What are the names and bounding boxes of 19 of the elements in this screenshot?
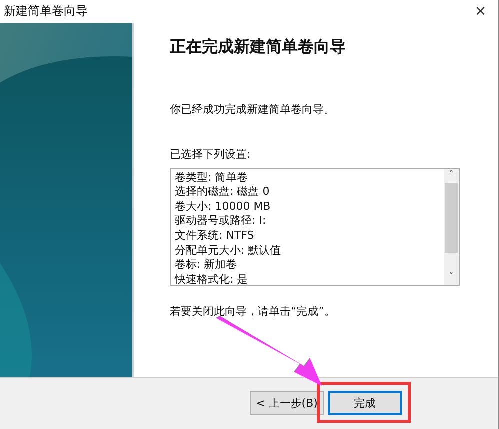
window-title: 新建简单卷向导 [4, 2, 88, 20]
back-button[interactable]: < 上一步(B) [250, 391, 324, 416]
scroll-down-button[interactable]: ˅ [449, 270, 454, 285]
setting-row-text: 选择的磁盘: 磁盘 0 [175, 185, 271, 200]
scrollbar[interactable]: ˄ ˅ [444, 168, 459, 285]
setting-row-text: 驱动器号或路径: I: [175, 214, 268, 230]
scroll-up-button[interactable]: ˄ [449, 168, 454, 183]
settings-label: 已选择下列设置: [170, 146, 252, 162]
wizard-heading: 正在完成新建简单卷向导 [170, 36, 347, 58]
setting-row-text: 卷大小: 10000 MB [175, 200, 272, 214]
finish-button[interactable]: 完成 [328, 391, 402, 416]
setting-row-text: 卷标: 新加卷 [175, 258, 238, 273]
setting-row-text: 卷类型: 简单卷 [175, 170, 250, 186]
close-button[interactable]: × [471, 2, 490, 20]
close-hint: 若要关闭此向导，请单击“完成”。 [170, 304, 336, 319]
success-text: 你已经成功完成新建简单卷向导。 [170, 102, 336, 117]
setting-row-text: 文件系统: NTFS [175, 229, 256, 244]
setting-row-text: 快速格式化: 是 [175, 272, 250, 285]
setting-row-text: 分配单元大小: 默认值 [175, 244, 282, 258]
